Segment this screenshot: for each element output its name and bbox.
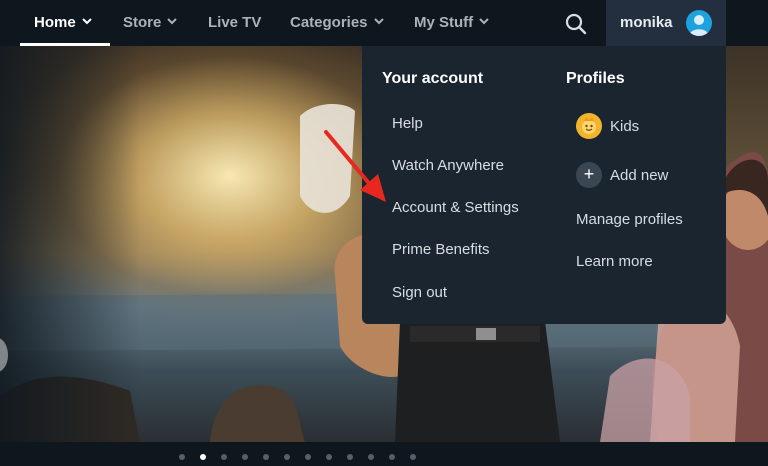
nav-store[interactable]: Store — [123, 0, 178, 46]
nav-my-stuff[interactable]: My Stuff — [414, 0, 489, 46]
top-navigation-bar: Home Store Live TV Categories My Stuff m… — [0, 0, 768, 46]
nav-live-tv-label: Live TV — [208, 14, 262, 31]
carousel-dot[interactable] — [221, 454, 227, 460]
menu-link-account-settings[interactable]: Account & Settings — [392, 199, 519, 216]
nav-my-stuff-label: My Stuff — [414, 14, 474, 31]
carousel-dot-active[interactable] — [200, 454, 206, 460]
avatar-icon — [686, 10, 712, 36]
carousel-dot[interactable] — [305, 454, 311, 460]
chevron-down-icon — [373, 17, 384, 24]
carousel-indicators — [0, 442, 768, 466]
nav-categories[interactable]: Categories — [290, 0, 384, 46]
profile-name: monika — [620, 14, 673, 31]
carousel-dot[interactable] — [347, 454, 353, 460]
carousel-dot[interactable] — [284, 454, 290, 460]
search-icon[interactable] — [564, 12, 588, 36]
kids-profile-icon[interactable] — [576, 113, 602, 139]
plus-icon[interactable]: + — [576, 162, 602, 188]
nav-live-tv[interactable]: Live TV — [208, 0, 261, 46]
manage-profiles-link[interactable]: Manage profiles — [576, 211, 683, 228]
carousel-dot[interactable] — [389, 454, 395, 460]
nav-store-label: Store — [123, 14, 162, 31]
carousel-dot[interactable] — [410, 454, 416, 460]
carousel-dot[interactable] — [368, 454, 374, 460]
nav-categories-label: Categories — [290, 14, 368, 31]
carousel-dot[interactable] — [242, 454, 248, 460]
hero-left-shade — [0, 46, 140, 442]
active-tab-underline — [20, 43, 110, 46]
profile-menu-button[interactable]: monika — [606, 0, 726, 46]
learn-more-link[interactable]: Learn more — [576, 253, 653, 270]
profile-add-new-label[interactable]: Add new — [610, 167, 668, 184]
chevron-down-icon — [167, 17, 178, 24]
nav-home-label: Home — [34, 14, 76, 31]
carousel-dot[interactable] — [263, 454, 269, 460]
chevron-down-icon — [81, 17, 92, 24]
chevron-down-icon — [479, 17, 489, 24]
account-dropdown-menu: Your account Help Watch Anywhere Account… — [362, 46, 726, 324]
menu-link-prime-benefits[interactable]: Prime Benefits — [392, 241, 490, 258]
carousel-dot[interactable] — [326, 454, 332, 460]
your-account-heading: Your account — [382, 70, 484, 87]
profiles-heading: Profiles — [566, 70, 625, 87]
menu-link-watch-anywhere[interactable]: Watch Anywhere — [392, 157, 504, 174]
menu-link-sign-out[interactable]: Sign out — [392, 284, 447, 301]
menu-link-help[interactable]: Help — [392, 115, 423, 132]
profile-kids-label[interactable]: Kids — [610, 118, 639, 135]
carousel-dot[interactable] — [179, 454, 185, 460]
nav-home[interactable]: Home — [34, 0, 92, 46]
